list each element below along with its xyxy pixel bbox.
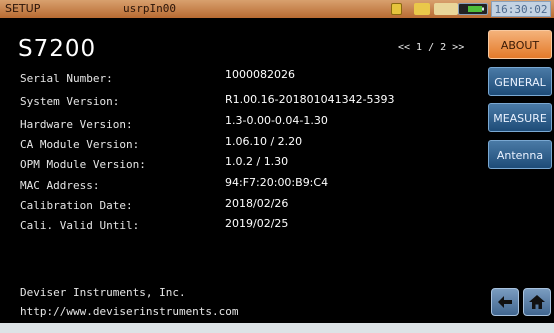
cali-valid-until-label: Cali. Valid Until: [20,219,140,232]
website-link: http://www.deviserinstruments.com [20,305,239,318]
calibration-date-label: Calibration Date: [20,199,133,212]
bottom-strip [0,323,554,333]
device-screen: SETUP usrpIn00 16:30:02 S7200 << 1 / 2 >… [0,0,554,333]
page-indicator[interactable]: << 1 / 2 >> [398,42,464,53]
system-version-label: System Version: [20,95,120,108]
hardware-version-label: Hardware Version: [20,118,133,131]
ca-module-version-label: CA Module Version: [20,138,140,151]
serial-number-value: 1000082026 [225,68,295,81]
general-button[interactable]: GENERAL [488,67,552,96]
home-icon [529,295,545,309]
user-name: usrpIn00 [123,2,176,15]
serial-number-label: Serial Number: [20,72,113,85]
home-button[interactable] [523,288,551,316]
back-arrow-icon [498,296,512,308]
about-panel: S7200 << 1 / 2 >> Serial Number: System … [0,18,554,323]
app-name: SETUP [5,2,41,15]
system-version-value: R1.00.16-201801041342-5393 [225,93,395,106]
measure-button[interactable]: MEASURE [488,103,552,132]
mac-address-label: MAC Address: [20,179,100,192]
calibration-date-value: 2018/02/26 [225,197,289,210]
battery-icon [458,3,488,15]
network-icon [434,3,458,15]
status-indicator-icon [391,3,402,15]
title-bar: SETUP usrpIn00 16:30:02 [0,0,554,18]
model-name: S7200 [18,36,97,62]
company-name: Deviser Instruments, Inc. [20,286,186,299]
back-button[interactable] [491,288,519,316]
antenna-button[interactable]: Antenna [488,140,552,169]
opm-module-version-value: 1.0.2 / 1.30 [225,155,289,168]
hardware-version-value: 1.3-0.00-0.04-1.30 [225,114,328,127]
signal-icon [414,3,430,15]
opm-module-version-label: OPM Module Version: [20,158,146,171]
mac-address-value: 94:F7:20:00:B9:C4 [225,176,329,189]
cali-valid-until-value: 2019/02/25 [225,217,289,230]
clock: 16:30:02 [491,1,551,17]
about-button[interactable]: ABOUT [488,30,552,59]
ca-module-version-value: 1.06.10 / 2.20 [225,135,303,148]
